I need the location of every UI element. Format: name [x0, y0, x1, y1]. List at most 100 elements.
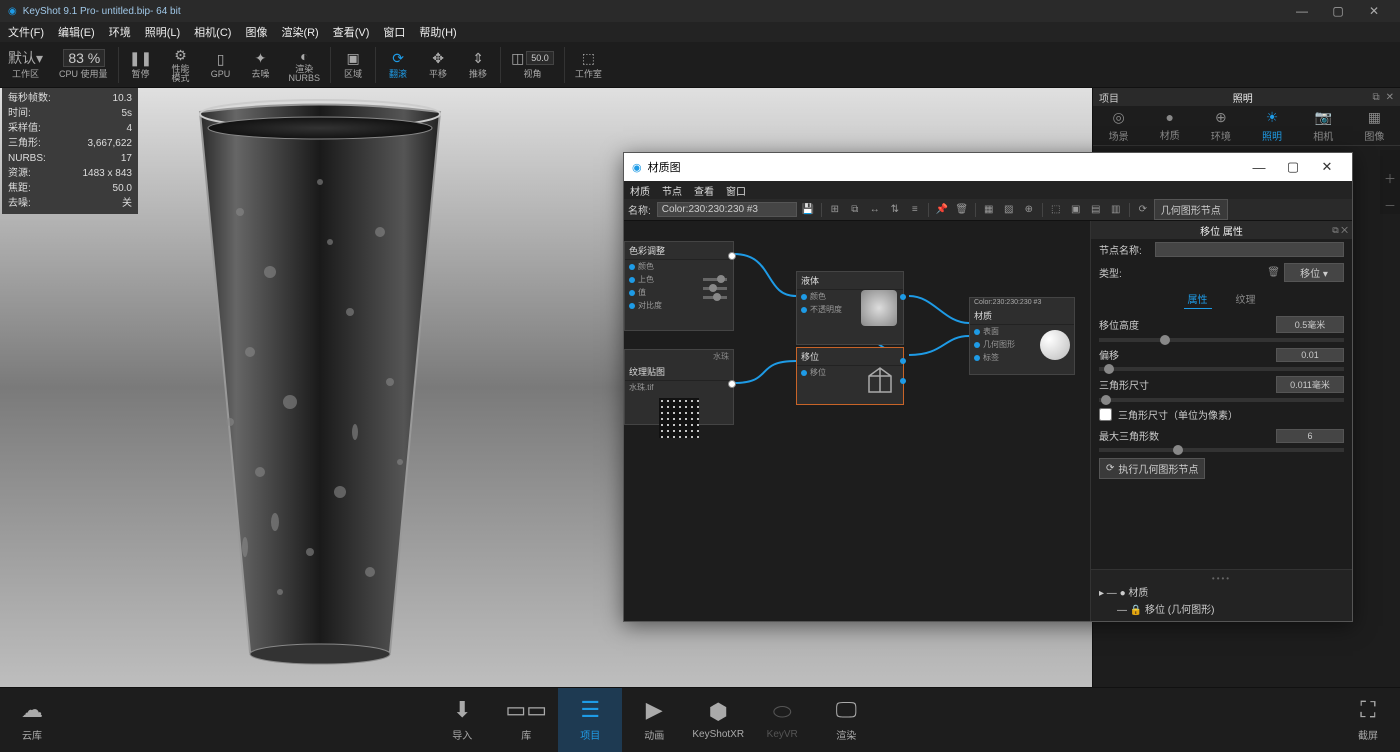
- tool-icon-6[interactable]: ▦: [980, 201, 998, 219]
- perf-mode-button[interactable]: ⚙性能 模式: [161, 43, 201, 87]
- maxtri-value[interactable]: 6: [1276, 429, 1344, 443]
- height-slider[interactable]: [1099, 338, 1344, 342]
- tab-lighting[interactable]: ☀照明: [1262, 109, 1282, 143]
- tool-icon-3[interactable]: ↔: [866, 201, 884, 219]
- mg-side-title: 移位 属性: [1200, 223, 1243, 238]
- menu-env[interactable]: 环境: [109, 24, 131, 40]
- mg-menu-node[interactable]: 节点: [662, 183, 682, 198]
- menu-view[interactable]: 查看(V): [333, 24, 370, 40]
- menu-edit[interactable]: 编辑(E): [58, 24, 95, 40]
- mg-maximize[interactable]: ▢: [1276, 159, 1310, 175]
- mg-menu-window[interactable]: 窗口: [726, 183, 746, 198]
- menu-image[interactable]: 图像: [245, 24, 267, 40]
- studio-button[interactable]: ⬚工作室: [567, 43, 610, 87]
- vr-button[interactable]: ⬭KeyVR: [750, 688, 814, 752]
- undock-icon[interactable]: ⧉: [1372, 92, 1379, 103]
- xr-button[interactable]: ⬢KeyShotXR: [686, 688, 750, 752]
- denoise-button[interactable]: ✦去噪: [241, 43, 281, 87]
- tab-env[interactable]: ⊕环境: [1211, 109, 1231, 143]
- tool-icon-1[interactable]: ⊞: [826, 201, 844, 219]
- rendered-glass: [180, 92, 460, 672]
- maximize-button[interactable]: ▢: [1320, 4, 1356, 18]
- remove-icon[interactable]: －: [1384, 197, 1396, 214]
- gpu-button[interactable]: ▯GPU: [201, 43, 241, 87]
- mg-menu-view[interactable]: 查看: [694, 183, 714, 198]
- node-material[interactable]: Color:230:230:230 #3 材质 表面 几何图形 标签: [969, 297, 1075, 375]
- offset-slider[interactable]: [1099, 367, 1344, 371]
- tab-scene[interactable]: ◎场景: [1109, 109, 1129, 143]
- panel-close-icon[interactable]: ✕: [1386, 92, 1394, 103]
- pin-icon[interactable]: 📌: [933, 201, 951, 219]
- save-icon[interactable]: 💾: [799, 201, 817, 219]
- type-dropdown[interactable]: 移位 ▾: [1284, 263, 1344, 282]
- fov-button[interactable]: ◫ 50.0视角: [503, 43, 562, 87]
- node-texture[interactable]: 水珠 纹理贴图 水珠.tif: [624, 349, 734, 425]
- library-button[interactable]: ▭▭库: [494, 688, 558, 752]
- menu-help[interactable]: 帮助(H): [419, 24, 456, 40]
- project-button[interactable]: ☰项目: [558, 688, 622, 752]
- node-color-adjust[interactable]: 色彩调整 颜色 上色 值 对比度: [624, 241, 734, 331]
- app-name: KeyShot 9.1 Pro: [23, 6, 96, 17]
- mg-side-undock[interactable]: ⧉ ✕: [1332, 225, 1348, 236]
- maxtri-slider[interactable]: [1099, 448, 1344, 452]
- tab-material[interactable]: ●材质: [1160, 109, 1180, 142]
- tumble-button[interactable]: ⟳翻滚: [378, 43, 418, 87]
- animation-button[interactable]: ▶动画: [622, 688, 686, 752]
- subtab-texture[interactable]: 纹理: [1232, 289, 1260, 309]
- mg-name-input[interactable]: [657, 202, 797, 217]
- menu-window[interactable]: 窗口: [383, 24, 405, 40]
- preset-dropdown[interactable]: 默认 ▾工作区: [0, 43, 51, 87]
- menu-lighting[interactable]: 照明(L): [145, 24, 180, 40]
- trisize-value[interactable]: 0.011毫米: [1276, 376, 1344, 393]
- tab-image[interactable]: ▦图像: [1364, 109, 1384, 143]
- cpu-usage[interactable]: 83 %CPU 使用量: [51, 43, 116, 87]
- menu-file[interactable]: 文件(F): [8, 24, 44, 40]
- delete-icon[interactable]: 🗑: [1267, 267, 1280, 278]
- pan-button[interactable]: ✥平移: [418, 43, 458, 87]
- screenshot-button[interactable]: ⛶截屏: [1336, 688, 1400, 752]
- mg-titlebar[interactable]: ◉ 材质图 — ▢ ✕: [624, 153, 1352, 181]
- tool-icon-8[interactable]: ⊕: [1020, 201, 1038, 219]
- mg-toolbar: 名称: 💾 ⊞ ⧉ ↔ ⇅ ≡ 📌 🗑 ▦ ▨ ⊕ ⬚ ▣ ▤ ▥ ⟳ 几何图形…: [624, 199, 1352, 221]
- tool-icon-9[interactable]: ⬚: [1047, 201, 1065, 219]
- node-displacement[interactable]: 移位 移位: [796, 347, 904, 405]
- subtab-properties[interactable]: 属性: [1184, 289, 1212, 309]
- refresh-icon[interactable]: ⟳: [1134, 201, 1152, 219]
- node-graph-canvas[interactable]: 色彩调整 颜色 上色 值 对比度 水珠 纹理贴图 水珠.tif 液体 颜色 不透…: [624, 221, 1090, 621]
- tool-icon-5[interactable]: ≡: [906, 201, 924, 219]
- tree-material[interactable]: ▸ — ● 材质: [1099, 583, 1344, 600]
- tree-displacement[interactable]: — 🔒 移位 (几何图形): [1099, 600, 1344, 617]
- offset-value[interactable]: 0.01: [1276, 348, 1344, 362]
- node-name-input[interactable]: [1155, 242, 1344, 257]
- close-button[interactable]: ✕: [1356, 4, 1392, 18]
- tripx-checkbox[interactable]: [1099, 408, 1112, 421]
- tool-icon-4[interactable]: ⇅: [886, 201, 904, 219]
- minimize-button[interactable]: —: [1284, 4, 1320, 18]
- trash-icon[interactable]: 🗑: [953, 201, 971, 219]
- render-button[interactable]: 🖵渲染: [814, 688, 878, 752]
- tab-camera[interactable]: 📷相机: [1313, 109, 1333, 143]
- import-button[interactable]: ⬇导入: [430, 688, 494, 752]
- menu-render[interactable]: 渲染(R): [281, 24, 318, 40]
- geom-nodes-button[interactable]: 几何图形节点: [1154, 199, 1228, 220]
- execute-geom-button[interactable]: ⟳ 执行几何图形节点: [1099, 458, 1205, 479]
- mg-menu-material[interactable]: 材质: [630, 183, 650, 198]
- menu-camera[interactable]: 相机(C): [194, 24, 231, 40]
- tool-icon-12[interactable]: ▥: [1107, 201, 1125, 219]
- mg-close[interactable]: ✕: [1310, 159, 1344, 175]
- trisize-slider[interactable]: [1099, 398, 1344, 402]
- tool-icon-11[interactable]: ▤: [1087, 201, 1105, 219]
- height-value[interactable]: 0.5毫米: [1276, 316, 1344, 333]
- tool-icon-2[interactable]: ⧉: [846, 201, 864, 219]
- pause-button[interactable]: ❚❚暂停: [121, 43, 161, 87]
- mg-minimize[interactable]: —: [1242, 160, 1276, 175]
- tool-icon-7[interactable]: ▨: [1000, 201, 1018, 219]
- material-graph-window: ◉ 材质图 — ▢ ✕ 材质 节点 查看 窗口 名称: 💾 ⊞ ⧉ ↔ ⇅ ≡ …: [623, 152, 1353, 622]
- cloud-button[interactable]: ☁云库: [0, 688, 64, 752]
- nurbs-button[interactable]: ◐渲染 NURBS: [281, 43, 329, 87]
- tool-icon-10[interactable]: ▣: [1067, 201, 1085, 219]
- dolly-button[interactable]: ⇕推移: [458, 43, 498, 87]
- node-liquid[interactable]: 液体 颜色 不透明度: [796, 271, 904, 345]
- add-icon[interactable]: ＋: [1384, 170, 1396, 187]
- region-button[interactable]: ▣区域: [333, 43, 373, 87]
